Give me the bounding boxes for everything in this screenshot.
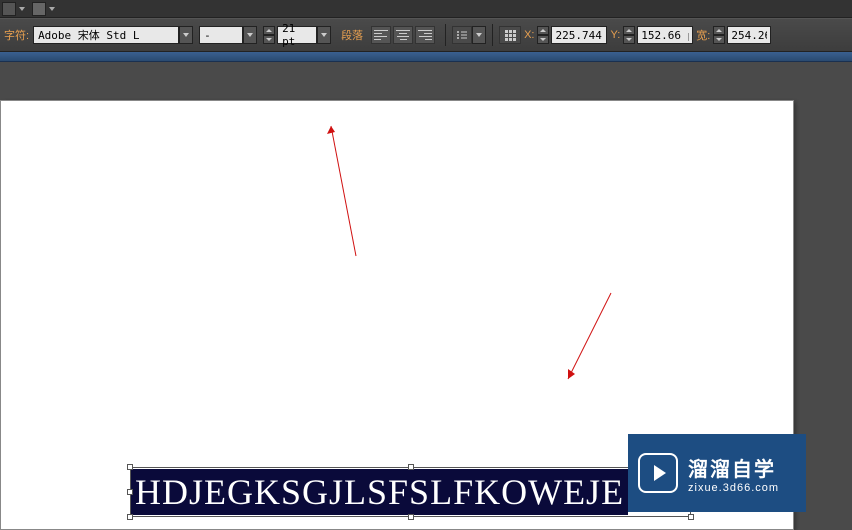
handle-middle-left[interactable] xyxy=(127,489,133,495)
paragraph-label[interactable]: 段落 xyxy=(341,27,363,43)
handle-top-left[interactable] xyxy=(127,464,133,470)
y-label: Y: xyxy=(610,29,620,41)
x-down[interactable] xyxy=(537,35,549,44)
reference-point-grid[interactable] xyxy=(499,26,521,44)
w-spinner[interactable] xyxy=(713,26,725,44)
handle-bottom-right[interactable] xyxy=(688,514,694,520)
align-group xyxy=(371,26,435,44)
arrange-icon[interactable] xyxy=(32,2,46,16)
view-mode-icon[interactable] xyxy=(2,2,16,16)
y-input[interactable] xyxy=(637,26,693,44)
options-bar: 字符: Adobe 宋体 Std L - 21 pt 段落 X: Y: 宽: xyxy=(0,18,852,52)
font-family-select[interactable]: Adobe 宋体 Std L xyxy=(33,26,193,44)
font-style-dropdown-btn[interactable] xyxy=(243,26,257,44)
x-input[interactable] xyxy=(551,26,607,44)
handle-bottom-left[interactable] xyxy=(127,514,133,520)
divider-2 xyxy=(492,24,493,46)
w-input[interactable] xyxy=(727,26,771,44)
watermark-text: 溜溜自学 zixue.3d66.com xyxy=(688,453,779,494)
view-mode-dropdown[interactable] xyxy=(18,2,26,16)
y-down[interactable] xyxy=(623,35,635,44)
x-up[interactable] xyxy=(537,26,549,35)
watermark-url: zixue.3d66.com xyxy=(688,482,779,494)
w-up[interactable] xyxy=(713,26,725,35)
annotation-arrow-2 xyxy=(556,291,616,391)
font-style-value[interactable]: - xyxy=(199,26,243,44)
divider xyxy=(445,24,446,46)
tab-strip xyxy=(0,0,852,18)
selected-text[interactable]: HDJEGKSGJLSFSLFKOWEJE xyxy=(131,469,628,515)
font-size-select[interactable]: 21 pt xyxy=(277,26,331,44)
bullets-icon[interactable] xyxy=(452,26,472,44)
font-size-up[interactable] xyxy=(263,26,275,35)
font-family-value[interactable]: Adobe 宋体 Std L xyxy=(33,26,179,44)
y-spinner[interactable] xyxy=(623,26,635,44)
x-label: X: xyxy=(524,29,534,41)
watermark: 溜溜自学 zixue.3d66.com xyxy=(628,434,806,512)
font-style-select[interactable]: - xyxy=(199,26,257,44)
font-size-down[interactable] xyxy=(263,35,275,44)
watermark-title: 溜溜自学 xyxy=(688,453,779,482)
x-spinner[interactable] xyxy=(537,26,549,44)
font-size-spinner[interactable] xyxy=(263,26,275,44)
handle-top-middle[interactable] xyxy=(408,464,414,470)
document-tab-strip xyxy=(0,52,852,62)
handle-bottom-middle[interactable] xyxy=(408,514,414,520)
bullets-dropdown[interactable] xyxy=(472,26,486,44)
font-size-value[interactable]: 21 pt xyxy=(277,26,317,44)
w-down[interactable] xyxy=(713,35,725,44)
font-family-dropdown-btn[interactable] xyxy=(179,26,193,44)
align-left-button[interactable] xyxy=(371,26,391,44)
play-icon xyxy=(638,453,678,493)
align-right-button[interactable] xyxy=(415,26,435,44)
arrange-dropdown[interactable] xyxy=(48,2,56,16)
text-frame[interactable]: HDJEGKSGJLSFSLFKOWEJE xyxy=(130,467,691,517)
y-up[interactable] xyxy=(623,26,635,35)
w-label: 宽: xyxy=(696,27,710,43)
annotation-arrow-1 xyxy=(321,111,371,261)
font-size-dropdown-btn[interactable] xyxy=(317,26,331,44)
align-center-button[interactable] xyxy=(393,26,413,44)
character-label[interactable]: 字符: xyxy=(4,27,29,43)
